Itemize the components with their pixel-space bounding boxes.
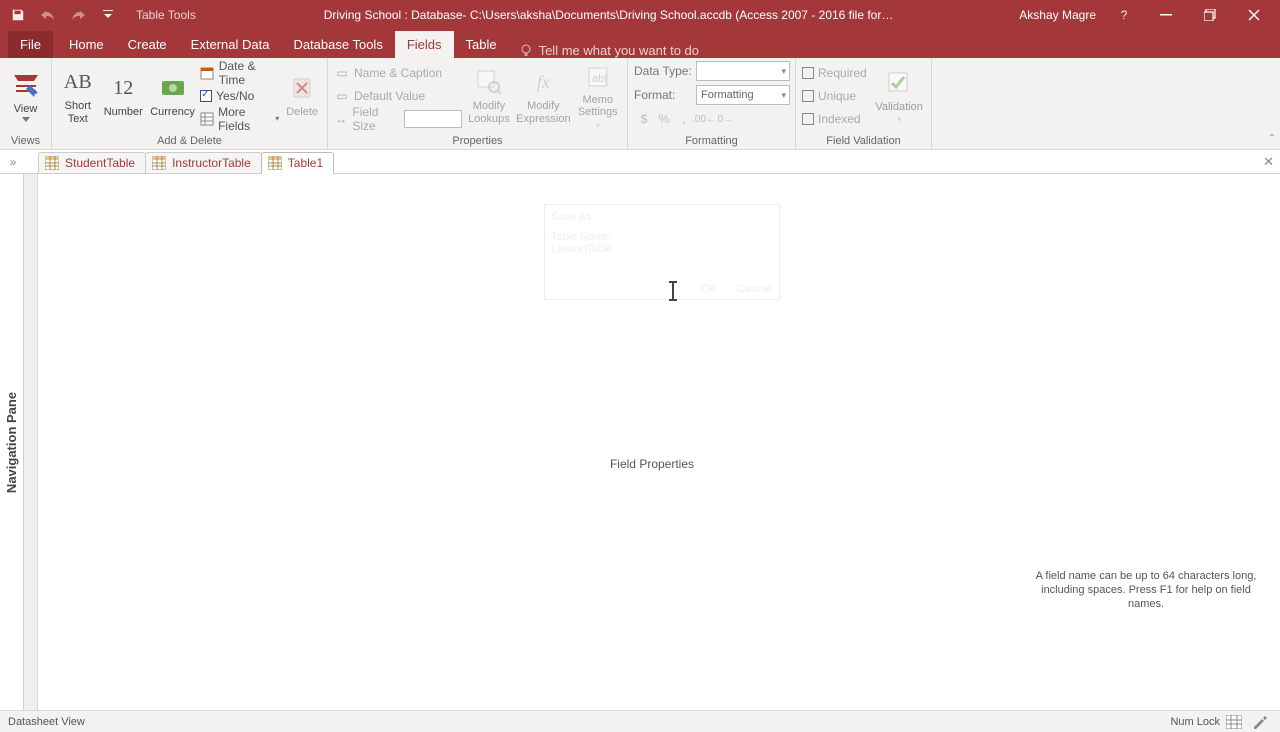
save-icon[interactable] (6, 3, 30, 27)
decrease-decimals-button[interactable]: .0→ (714, 109, 734, 129)
lightbulb-icon (519, 44, 533, 58)
object-tab-table1[interactable]: Table1 (261, 152, 334, 173)
help-icon[interactable]: ? (1112, 3, 1136, 27)
checkbox-icon (200, 90, 212, 102)
data-type-row: Data Type: (634, 60, 790, 82)
restore-button[interactable] (1188, 0, 1232, 30)
object-tab-studenttable[interactable]: StudentTable (38, 152, 146, 173)
group-views: Views (0, 133, 51, 149)
tab-database-tools[interactable]: Database Tools (281, 31, 394, 58)
field-help-text: A field name can be up to 64 characters … (1030, 570, 1262, 611)
tab-table[interactable]: Table (454, 31, 509, 58)
field-properties-label: Field Properties (24, 457, 1280, 471)
undo-icon[interactable] (36, 3, 60, 27)
currency-icon (157, 72, 189, 104)
status-numlock: Num Lock (1170, 716, 1220, 728)
tab-fields[interactable]: Fields (395, 31, 454, 58)
tab-file[interactable]: File (8, 31, 53, 58)
required-checkbox[interactable]: Required (802, 62, 869, 84)
tab-external-data[interactable]: External Data (179, 31, 282, 58)
row-selector-gutter (24, 174, 38, 710)
minimize-button[interactable] (1144, 0, 1188, 30)
tag-icon: ▭ (334, 65, 350, 81)
close-button[interactable] (1232, 0, 1276, 30)
validation-icon (883, 67, 915, 99)
number-button[interactable]: 12 Number (102, 62, 145, 130)
delete-button[interactable]: Delete (283, 62, 321, 130)
default-value-icon: ▭ (334, 88, 350, 104)
modify-expression-button[interactable]: fx Modify Expression (516, 62, 570, 130)
tab-home[interactable]: Home (57, 31, 116, 58)
more-fields-button[interactable]: More Fields ▾ (200, 108, 279, 130)
short-text-button[interactable]: AB Short Text (58, 62, 98, 130)
delete-icon (286, 72, 318, 104)
window-title: Driving School : Database- C:\Users\aksh… (206, 8, 1011, 22)
fx-icon: fx (527, 66, 559, 98)
save-as-dialog-ghost: Save As Table Name: LessonTable OKCancel (544, 204, 780, 300)
validation-button[interactable]: Validation ▾ (873, 62, 925, 130)
short-text-icon: AB (62, 66, 94, 98)
calendar-icon (200, 65, 215, 81)
field-size-row: ↔ Field Size (334, 108, 462, 130)
qat-customize-icon[interactable] (96, 3, 120, 27)
datasheet-view-button[interactable] (1222, 713, 1246, 731)
memo-icon: ab| (582, 62, 614, 93)
design-view-button[interactable] (1248, 713, 1272, 731)
group-formatting: Formatting (628, 133, 795, 149)
date-time-button[interactable]: Date & Time (200, 62, 279, 84)
modify-lookups-button[interactable]: Modify Lookups (466, 62, 512, 130)
redo-icon[interactable] (66, 3, 90, 27)
tab-create[interactable]: Create (116, 31, 179, 58)
field-size-icon: ↔ (334, 111, 348, 127)
chevron-down-icon (22, 117, 30, 122)
view-button[interactable]: View (6, 62, 45, 130)
table-icon (268, 156, 282, 170)
currency-format-button[interactable]: $ (634, 109, 654, 129)
field-size-input[interactable] (404, 110, 462, 128)
collapse-ribbon-button[interactable]: ˆ (1270, 132, 1274, 146)
more-fields-icon (200, 111, 214, 127)
currency-button[interactable]: Currency (149, 62, 196, 130)
contextual-tab-label: Table Tools (126, 8, 206, 22)
comma-format-button[interactable]: , (674, 109, 694, 129)
tell-me-input[interactable]: Tell me what you want to do (539, 43, 699, 58)
table-icon (152, 156, 166, 170)
increase-decimals-button[interactable]: .00← (694, 109, 714, 129)
default-value-button[interactable]: ▭ Default Value (334, 85, 462, 107)
view-icon (10, 69, 42, 101)
object-tab-instructortable[interactable]: InstructorTable (145, 152, 262, 173)
group-validation: Field Validation (796, 133, 931, 149)
user-name[interactable]: Akshay Magre (1011, 8, 1104, 22)
navigation-pane-collapsed[interactable]: Navigation Pane (0, 174, 24, 710)
close-tab-button[interactable]: ✕ (1263, 154, 1274, 170)
table-icon (45, 156, 59, 170)
format-combo[interactable]: Formatting (696, 85, 790, 105)
svg-text:ab|: ab| (592, 73, 607, 85)
format-row: Format: Formatting (634, 84, 790, 106)
unique-checkbox[interactable]: Unique (802, 85, 869, 107)
text-cursor (672, 282, 674, 300)
group-add-delete: Add & Delete (52, 133, 327, 149)
status-view-label: Datasheet View (8, 716, 85, 728)
percent-format-button[interactable]: % (654, 109, 674, 129)
name-caption-button[interactable]: ▭ Name & Caption (334, 62, 462, 84)
shutter-bar-button[interactable]: » (2, 151, 24, 173)
yes-no-button[interactable]: Yes/No (200, 85, 279, 107)
memo-settings-button[interactable]: ab| Memo Settings ▾ (575, 62, 621, 130)
number-icon: 12 (107, 72, 139, 104)
lookup-icon (473, 66, 505, 98)
indexed-checkbox[interactable]: Indexed (802, 108, 869, 130)
data-type-combo[interactable] (696, 61, 790, 81)
group-properties: Properties (328, 133, 627, 149)
